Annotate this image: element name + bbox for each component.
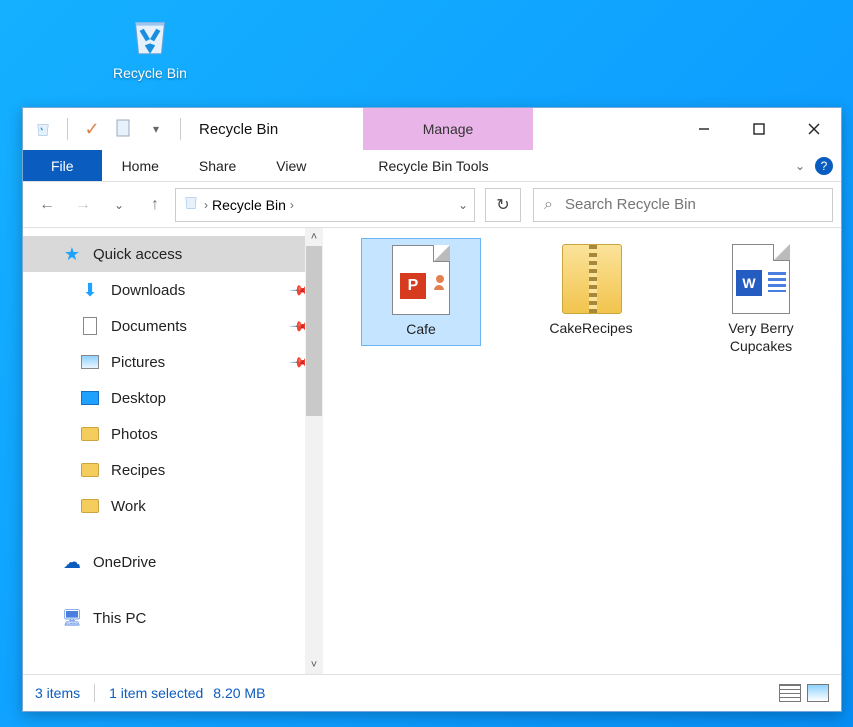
window-title: Recycle Bin	[199, 121, 278, 138]
status-bar: 3 items 1 item selected 8.20 MB	[23, 674, 841, 710]
tab-recycle-bin-tools[interactable]: Recycle Bin Tools	[358, 150, 508, 181]
body: ★ Quick access ⬇ Downloads 📌 Documents 📌…	[23, 228, 841, 674]
details-view-button[interactable]	[779, 684, 801, 702]
desktop-recycle-bin-label: Recycle Bin	[90, 65, 210, 81]
sidebar-item-label: OneDrive	[93, 554, 156, 571]
sidebar-item-recipes[interactable]: Recipes	[23, 452, 323, 488]
sidebar-item-documents[interactable]: Documents 📌	[23, 308, 323, 344]
separator	[180, 118, 181, 140]
sidebar-item-label: Recipes	[111, 462, 165, 479]
powerpoint-file-icon: P	[388, 245, 454, 315]
file-label: Cafe	[368, 321, 474, 339]
status-size: 8.20 MB	[213, 685, 265, 701]
separator	[67, 118, 68, 140]
chevron-right-icon[interactable]: ›	[290, 198, 294, 212]
sidebar-item-label: Photos	[111, 426, 158, 443]
sidebar-item-desktop[interactable]: Desktop	[23, 380, 323, 416]
desktop-icon	[79, 387, 101, 409]
status-selection: 1 item selected	[109, 685, 203, 701]
star-icon: ★	[61, 243, 83, 265]
ribbon-expand-icon[interactable]: ⌄	[795, 159, 805, 173]
help-icon[interactable]: ?	[815, 157, 833, 175]
minimize-button[interactable]	[676, 108, 731, 150]
search-box[interactable]: ⌕	[533, 188, 833, 222]
sidebar-item-onedrive[interactable]: ☁ OneDrive	[23, 544, 323, 580]
sidebar-item-label: Quick access	[93, 246, 182, 263]
search-icon: ⌕	[544, 196, 553, 214]
large-icons-view-button[interactable]	[807, 684, 829, 702]
close-button[interactable]	[786, 108, 841, 150]
refresh-button[interactable]: ↻	[485, 188, 521, 222]
explorer-window: ✓ ▾ Recycle Bin Manage File Home Share V…	[22, 107, 842, 712]
navigation-bar: ← → ⌄ ↑ › Recycle Bin › ⌄ ↻ ⌕	[23, 182, 841, 228]
sidebar-item-label: Pictures	[111, 354, 165, 371]
folder-icon	[79, 459, 101, 481]
quick-access-toolbar: ✓ ▾ Recycle Bin	[23, 108, 278, 150]
breadcrumb-recycle-bin[interactable]: Recycle Bin	[212, 197, 286, 213]
sidebar-item-quick-access[interactable]: ★ Quick access	[23, 236, 323, 272]
new-item-icon[interactable]	[112, 117, 136, 141]
titlebar: ✓ ▾ Recycle Bin Manage	[23, 108, 841, 150]
sidebar-item-this-pc[interactable]: 🖥 This PC	[23, 600, 323, 636]
file-label: CakeRecipe​s	[537, 320, 645, 338]
sidebar-item-label: This PC	[93, 610, 146, 627]
file-item-cakerecipes[interactable]: CakeRecipe​s	[531, 238, 651, 344]
ribbon: File Home Share View Recycle Bin Tools ⌄…	[23, 150, 841, 182]
pictures-icon	[79, 351, 101, 373]
tab-home[interactable]: Home	[102, 150, 179, 181]
sidebar-item-downloads[interactable]: ⬇ Downloads 📌	[23, 272, 323, 308]
recycle-bin-small-icon[interactable]	[31, 117, 55, 141]
onedrive-icon: ☁	[61, 551, 83, 573]
sidebar-item-label: Desktop	[111, 390, 166, 407]
folder-icon	[79, 495, 101, 517]
this-pc-icon: 🖥	[61, 607, 83, 629]
status-item-count: 3 items	[35, 685, 80, 701]
window-controls	[676, 108, 841, 150]
search-input[interactable]	[563, 195, 822, 214]
scrollbar-thumb[interactable]	[306, 246, 322, 416]
file-item-very-berry[interactable]: W Very Berry Cupcakes	[701, 238, 821, 361]
sidebar-item-photos[interactable]: Photos	[23, 416, 323, 452]
back-button[interactable]: ←	[31, 189, 63, 221]
tab-share[interactable]: Share	[179, 150, 256, 181]
sidebar-scrollbar[interactable]: ˄ ˅	[305, 228, 323, 674]
tab-file[interactable]: File	[23, 150, 102, 181]
separator	[94, 684, 95, 702]
contents-pane[interactable]: P Cafe CakeRecipe​s W Very Berry Cupcake…	[323, 228, 841, 674]
sidebar-item-label: Documents	[111, 318, 187, 335]
recycle-bin-icon	[125, 47, 175, 64]
file-label: Very Berry Cupcakes	[707, 320, 815, 355]
address-bar[interactable]: › Recycle Bin › ⌄	[175, 188, 475, 222]
properties-icon[interactable]: ✓	[80, 117, 104, 141]
scroll-down-icon[interactable]: ˅	[305, 656, 323, 674]
zip-folder-icon	[558, 244, 624, 314]
recycle-bin-icon	[182, 193, 200, 216]
desktop-recycle-bin[interactable]: Recycle Bin	[90, 10, 210, 81]
sidebar-item-pictures[interactable]: Pictures 📌	[23, 344, 323, 380]
recent-locations-icon[interactable]: ⌄	[103, 189, 135, 221]
address-dropdown-icon[interactable]: ⌄	[458, 198, 468, 212]
tab-view[interactable]: View	[256, 150, 326, 181]
navigation-pane: ★ Quick access ⬇ Downloads 📌 Documents 📌…	[23, 228, 323, 674]
sidebar-item-label: Downloads	[111, 282, 185, 299]
file-item-cafe[interactable]: P Cafe	[361, 238, 481, 346]
qat-dropdown-icon[interactable]: ▾	[144, 117, 168, 141]
document-icon	[79, 315, 101, 337]
maximize-button[interactable]	[731, 108, 786, 150]
forward-button[interactable]: →	[67, 189, 99, 221]
chevron-right-icon[interactable]: ›	[204, 198, 208, 212]
up-button[interactable]: ↑	[139, 189, 171, 221]
sidebar-item-label: Work	[111, 498, 146, 515]
folder-icon	[79, 423, 101, 445]
download-icon: ⬇	[79, 279, 101, 301]
sidebar-item-work[interactable]: Work	[23, 488, 323, 524]
scroll-up-icon[interactable]: ˄	[305, 228, 323, 246]
contextual-tab-manage[interactable]: Manage	[363, 108, 533, 150]
word-file-icon: W	[728, 244, 794, 314]
view-mode-buttons	[779, 684, 829, 702]
